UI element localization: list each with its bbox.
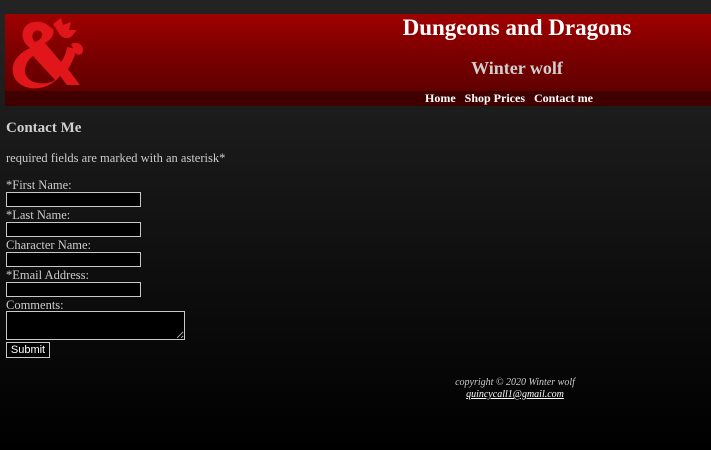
top-strip [0, 0, 711, 14]
ampersand-dragon-logo-icon [12, 18, 83, 89]
nav-link-home[interactable]: Home [425, 91, 456, 106]
site-subtitle: Winter wolf [471, 58, 563, 78]
comments-label: Comments: [6, 298, 64, 312]
footer-email-link[interactable]: quincycall1@gmail.com [466, 389, 564, 400]
first-name-field[interactable] [6, 192, 141, 207]
email-label: *Email Address: [6, 268, 89, 282]
site-title: Dungeons and Dragons [402, 15, 632, 40]
required-fields-note: required fields are marked with an aster… [6, 151, 226, 165]
submit-button[interactable]: Submit [6, 342, 50, 358]
page-title: Contact Me [6, 120, 82, 136]
character-name-label: Character Name: [6, 238, 92, 252]
site-header: Dungeons and Dragons Winter wolf Home Sh… [5, 14, 711, 106]
character-name-field[interactable] [6, 252, 141, 267]
nav-link-shop-prices[interactable]: Shop Prices [465, 91, 525, 106]
last-name-label: *Last Name: [6, 208, 71, 222]
copyright-text: copyright © 2020 Winter wolf [455, 377, 575, 388]
email-field[interactable] [6, 282, 141, 297]
site-footer: copyright © 2020 Winter wolf quincycall1… [380, 377, 650, 401]
comments-field[interactable] [6, 311, 185, 340]
nav-link-contact-me[interactable]: Contact me [534, 91, 593, 106]
main-nav: Home Shop Prices Contact me [5, 91, 711, 106]
last-name-field[interactable] [6, 222, 141, 237]
first-name-label: *First Name: [6, 178, 72, 192]
